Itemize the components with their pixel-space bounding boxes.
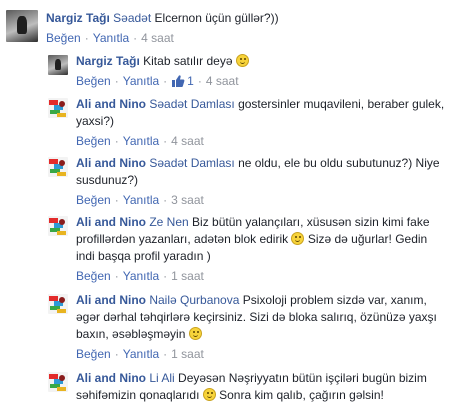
comment-text: Biz bütün yalançıları, xüsusən sizin kim… (192, 215, 430, 229)
comment-author[interactable]: Nargiz Tağı (76, 54, 140, 68)
separator: · (163, 74, 168, 88)
reply-button[interactable]: Yanıtla (93, 30, 129, 46)
mention-link[interactable]: Ze Nen (149, 215, 188, 229)
mention-link[interactable]: Nailə Qurbanova (149, 293, 239, 307)
comment-reply: Ali and Nino Səadət Damlası gostersinler… (48, 96, 444, 149)
timestamp[interactable]: 1 saat (171, 346, 204, 362)
avatar[interactable] (48, 294, 68, 314)
avatar[interactable] (48, 55, 68, 75)
reply-button[interactable]: Yanıtla (123, 346, 159, 362)
avatar[interactable] (6, 10, 38, 42)
separator: · (163, 193, 168, 207)
comment-reply: Nargiz Tağı Kitab satılır deyə Beğen · Y… (48, 53, 249, 89)
comment-text: yaxsi?) (76, 114, 115, 128)
like-button[interactable]: Beğen (76, 133, 111, 149)
like-button[interactable]: Beğen (76, 346, 111, 362)
comment-text: Sonra kim qalıb, çağırın gəlsin! (219, 388, 384, 402)
comment-text: indi başqa profil yaradın ) (76, 249, 211, 263)
separator: · (114, 74, 119, 88)
comment-reply: Ali and Nino Nailə Qurbanova Psixoloji p… (48, 292, 437, 362)
separator: · (133, 31, 138, 45)
separator: · (114, 347, 119, 361)
avatar[interactable] (48, 216, 68, 236)
smile-emoji-icon (235, 54, 249, 67)
comment-text: Psixoloji problem sizdə var, xanım, (242, 293, 427, 307)
comment-thread: Nargiz Tağı Səadət Elcernon üçün güllər?… (0, 0, 467, 415)
comment-text: əgər dərhal təhqirlərə keçirsiniz. Sizi … (76, 310, 437, 324)
comment-text: Elcernon üçün güllər?)) (154, 11, 279, 25)
timestamp[interactable]: 1 saat (171, 268, 204, 284)
separator: · (114, 134, 119, 148)
mention-link[interactable]: Səadət (113, 11, 151, 25)
timestamp[interactable]: 4 saat (206, 73, 239, 89)
smile-emoji-icon (188, 327, 202, 340)
mention-link[interactable]: Səadət Damlası (149, 156, 234, 170)
mention-link[interactable]: Li Ali (149, 371, 174, 385)
reply-button[interactable]: Yanıtla (123, 133, 159, 149)
reply-button[interactable]: Yanıtla (123, 73, 159, 89)
smile-emoji-icon (291, 232, 305, 245)
thumbs-up-icon[interactable] (171, 74, 185, 88)
like-button[interactable]: Beğen (76, 192, 111, 208)
comment-text: Sizə də uğurlar! Gedin (307, 232, 428, 246)
separator: · (197, 74, 202, 88)
avatar[interactable] (48, 98, 68, 118)
comment-author[interactable]: Nargiz Tağı (46, 11, 110, 25)
comment-reply: Ali and Nino Səadət Damlası ne oldu, ele… (48, 155, 440, 208)
comment-reply: Ali and Nino Ze Nen Biz bütün yalançılar… (48, 214, 430, 284)
timestamp[interactable]: 4 saat (171, 133, 204, 149)
reply-button[interactable]: Yanıtla (123, 192, 159, 208)
comment-text: profillərdən yazanları, adətən blok edir… (76, 232, 289, 246)
separator: · (84, 31, 89, 45)
comment-author[interactable]: Ali and Nino (76, 371, 146, 385)
comment-author[interactable]: Ali and Nino (76, 156, 146, 170)
comment-text: Deyəsən Nəşriyyatın bütün işçiləri bugün… (178, 371, 427, 385)
reply-button[interactable]: Yanıtla (123, 268, 159, 284)
avatar[interactable] (48, 372, 68, 392)
comment-author[interactable]: Ali and Nino (76, 97, 146, 111)
comment-text: səhifəmizin qonaqlarıdı (76, 388, 200, 402)
like-count[interactable]: 1 (187, 73, 194, 89)
comment-author[interactable]: Ali and Nino (76, 215, 146, 229)
avatar[interactable] (48, 157, 68, 177)
mention-link[interactable]: Səadət Damlası (149, 97, 234, 111)
separator: · (163, 347, 168, 361)
comment-text: Kitab satılır deyə (143, 54, 233, 68)
comment-text: baxın, əsəbləşməyin (76, 327, 186, 341)
like-button[interactable]: Beğen (76, 73, 111, 89)
timestamp[interactable]: 3 saat (171, 192, 204, 208)
timestamp[interactable]: 4 saat (141, 30, 174, 46)
comment: Nargiz Tağı Səadət Elcernon üçün güllər?… (6, 10, 279, 46)
comment-text: ne oldu, ele bu oldu subutunuz?) Niye (238, 156, 440, 170)
separator: · (163, 134, 168, 148)
separator: · (114, 193, 119, 207)
smile-emoji-icon (202, 388, 216, 401)
like-button[interactable]: Beğen (76, 268, 111, 284)
comment-author[interactable]: Ali and Nino (76, 293, 146, 307)
separator: · (163, 269, 168, 283)
comment-reply: Ali and Nino Li Ali Deyəsən Nəşriyyatın … (48, 370, 427, 404)
comment-text: gostersinler muqavileni, beraber gulek, (238, 97, 445, 111)
comment-text: susdunuz?) (76, 173, 139, 187)
like-button[interactable]: Beğen (46, 30, 81, 46)
separator: · (114, 269, 119, 283)
